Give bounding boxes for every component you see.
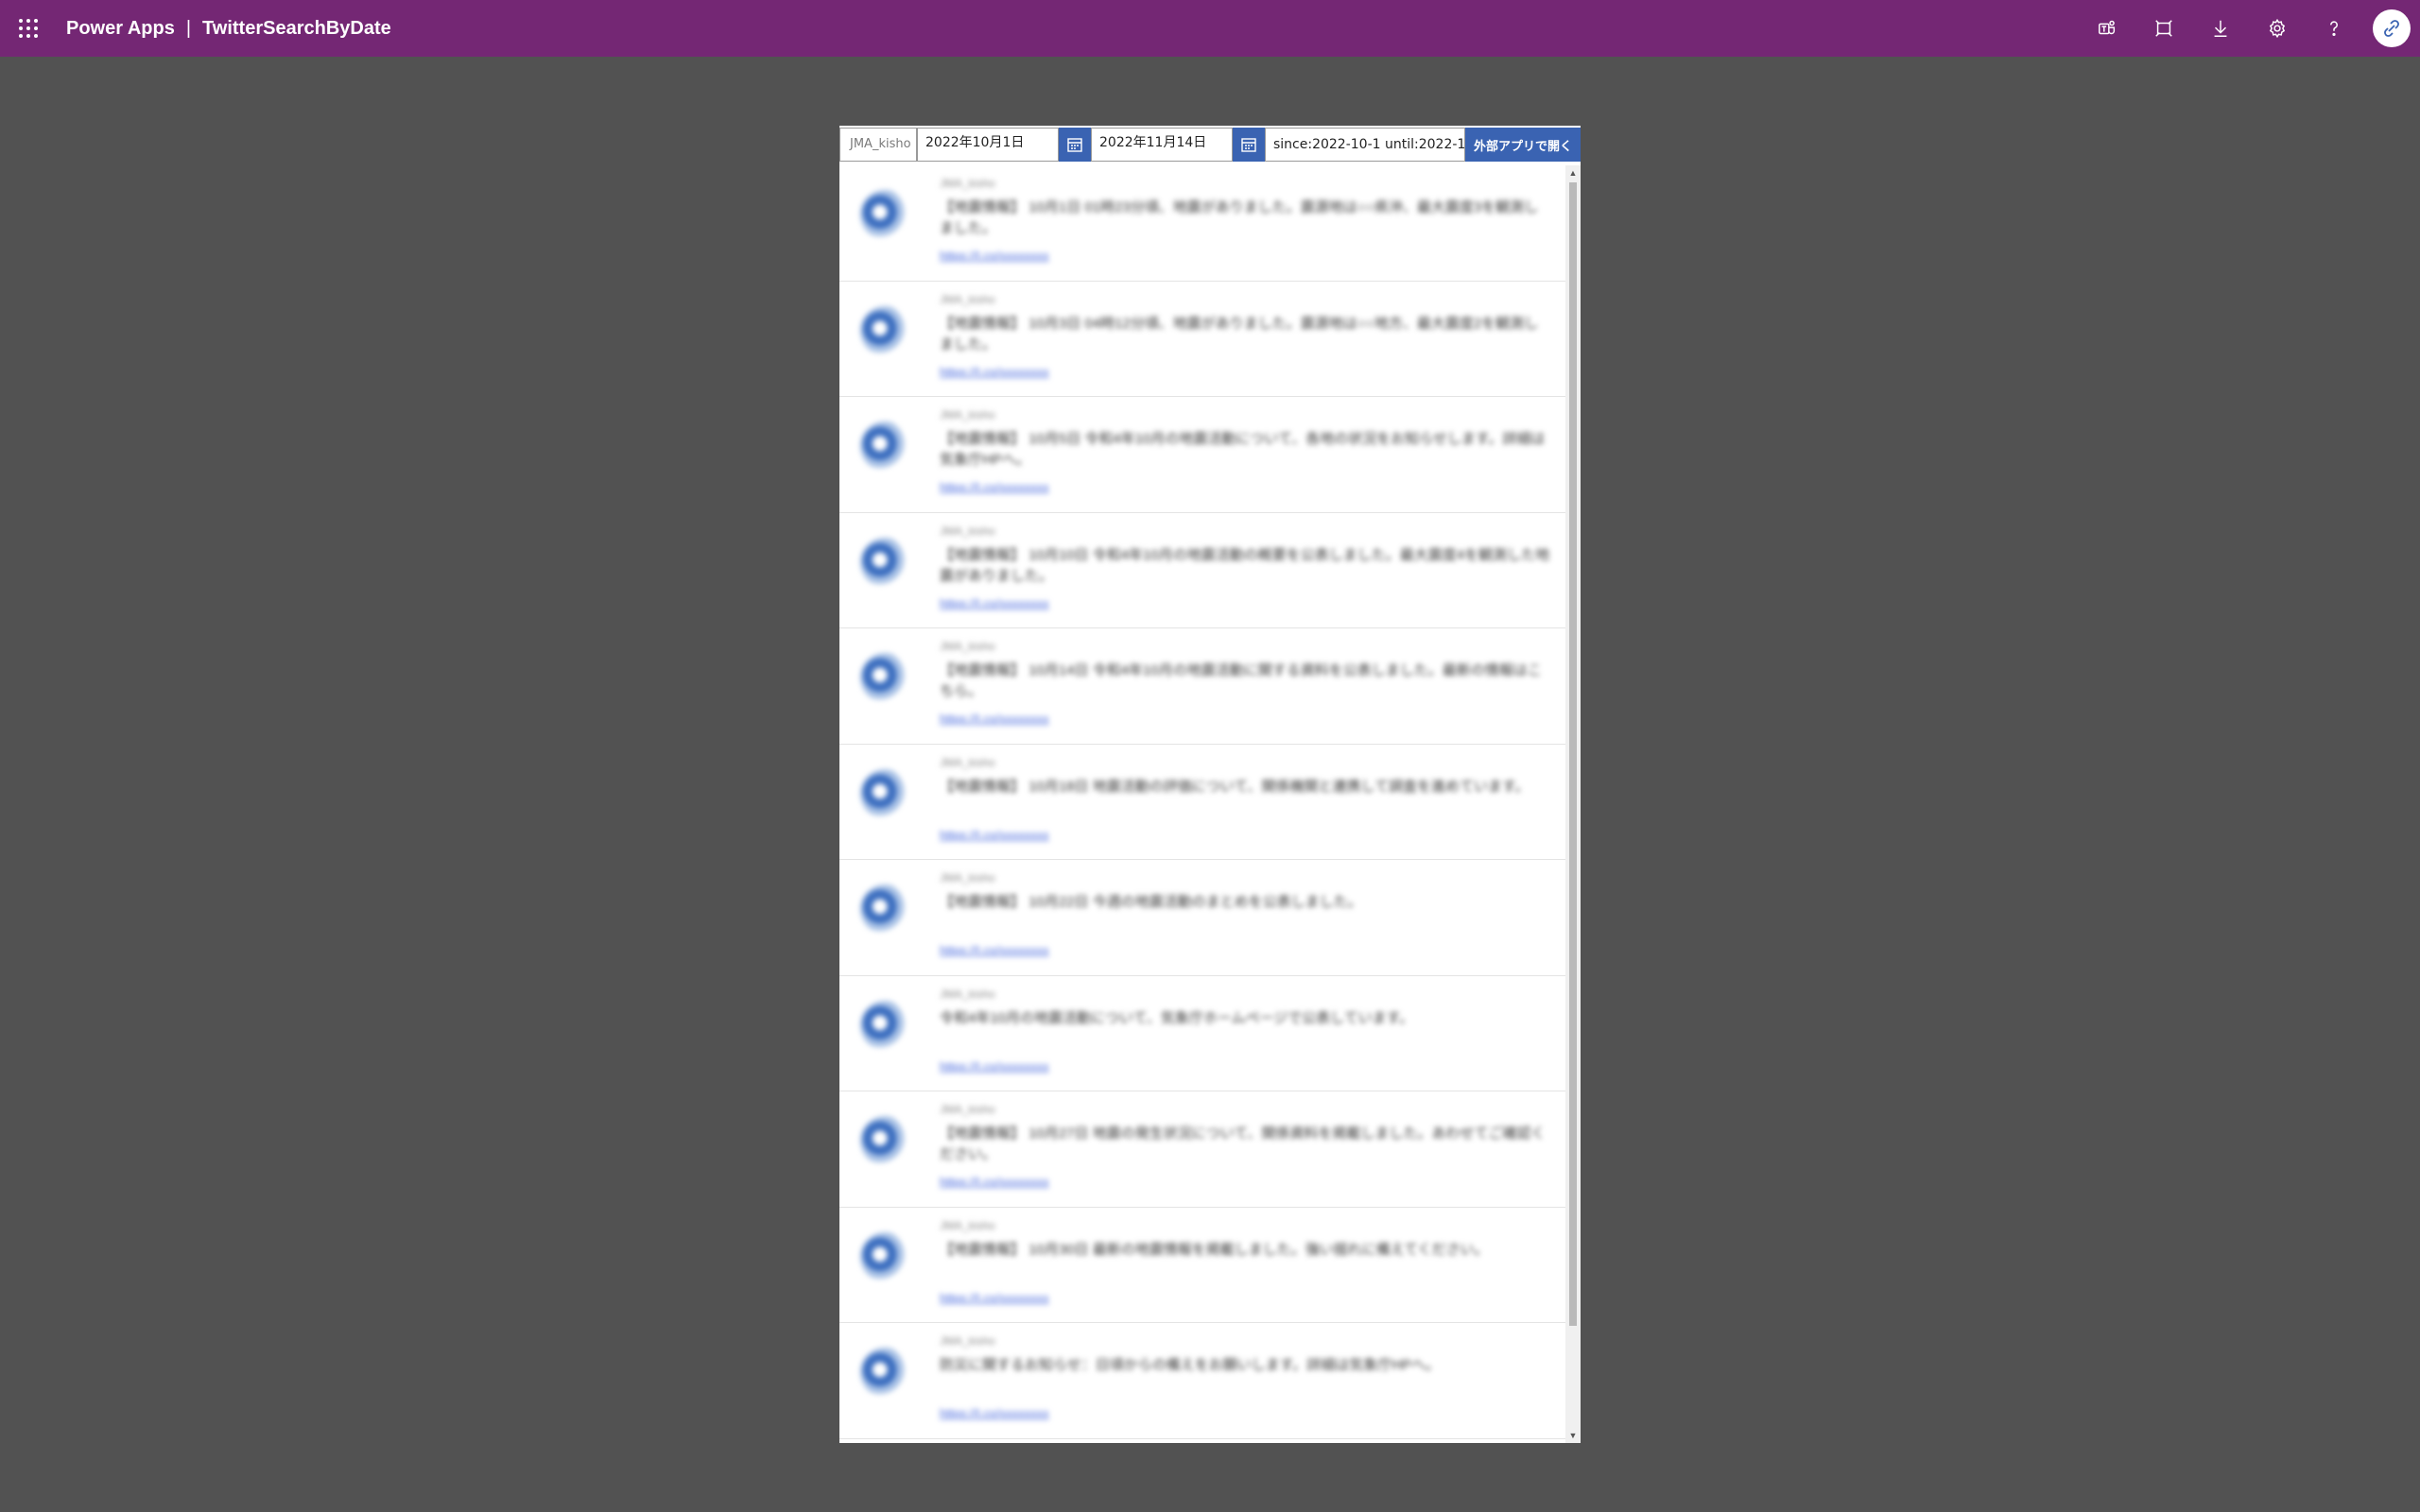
tweet-content: JMA_kisho 【地震情報】 10月18日 地震活動の評価について、関係機関と…: [839, 745, 1565, 860]
tweet-text: 【地震情報】 10月30日 最新の地震情報を掲載しました。強い揺れに備えてくださ…: [940, 1241, 1489, 1258]
tweet-link[interactable]: https://t.co/xxxxxxxx: [940, 480, 1049, 494]
tweet-user-name: JMA_kisho: [940, 1218, 995, 1232]
tweet-user-name: JMA_kisho: [940, 987, 995, 1001]
tweet-text: 令和4年10月の地震活動について、気象庁ホームページで公表しています。: [940, 1009, 1414, 1026]
download-icon[interactable]: [2204, 11, 2238, 45]
tweet-avatar: [860, 421, 909, 471]
tweet-link[interactable]: https://t.co/xxxxxxxx: [940, 596, 1049, 610]
tweet-avatar: [860, 1231, 909, 1281]
avatar-icon[interactable]: [2373, 9, 2411, 47]
app-name[interactable]: Power Apps: [66, 18, 175, 39]
tweet-avatar: [860, 305, 909, 355]
tweet-content: JMA_kisho 【地震情報】 10月22日 今週の地震活動のまとめを公表しまし…: [839, 860, 1565, 975]
user-input[interactable]: JMA_kisho: [839, 128, 917, 162]
tweet-avatar: [860, 1000, 909, 1050]
tweet-link[interactable]: https://t.co/xxxxxxxx: [940, 943, 1049, 957]
app-launcher-icon[interactable]: [17, 17, 40, 40]
tweet-link[interactable]: https://t.co/xxxxxxxx: [940, 712, 1049, 726]
tweet-text: 【地震情報】 10月14日 令和4年10月の地震活動に関する資料を公表しました。…: [940, 662, 1542, 699]
tweet-avatar: [860, 885, 909, 934]
tweet-gallery[interactable]: JMA_kisho 【地震情報】 10月1日 01時23分頃、地震がありました。震…: [839, 165, 1565, 1443]
tweet-user-name: JMA_kisho: [940, 177, 995, 190]
tweet-avatar: [860, 1348, 909, 1397]
tweet-text: 【地震情報】 10月5日 令和4年10月の地震活動について、各地の状況をお知らせ…: [940, 431, 1546, 468]
tweet-link[interactable]: https://t.co/xxxxxxxx: [940, 249, 1049, 263]
tweet-user-name: JMA_kisho: [940, 871, 995, 885]
tweet-avatar: [860, 537, 909, 587]
tweet-text: 【地震情報】 10月27日 地震の発生状況について、関係資料を掲載しました。あわ…: [940, 1125, 1546, 1162]
tweet-content: JMA_kisho 防災に関するお知らせ：日頃からの備えをお願いします。詳細は気象…: [839, 1323, 1565, 1438]
tweet-item[interactable]: JMA_kisho 防災に関するお知らせ：日頃からの備えをお願いします。詳細は気象…: [839, 1323, 1565, 1439]
scrollbar-thumb[interactable]: [1569, 182, 1577, 1326]
tweet-content: JMA_kisho 【地震情報】 10月27日 地震の発生状況について、関係資料を…: [839, 1091, 1565, 1207]
scroll-up-arrow-icon[interactable]: ▲: [1565, 165, 1581, 180]
tweet-link[interactable]: https://t.co/xxxxxxxx: [940, 1406, 1049, 1420]
top-bar: Power Apps | TwitterSearchByDate: [0, 0, 2420, 57]
tweet-avatar: [860, 653, 909, 702]
settings-icon[interactable]: [2260, 11, 2294, 45]
tweet-item[interactable]: JMA_kisho 【地震情報】 10月18日 地震活動の評価について、関係機関と…: [839, 745, 1565, 860]
tweet-item[interactable]: JMA_kisho 【地震情報】 10月14日 令和4年10月の地震活動に関する資…: [839, 628, 1565, 745]
tweet-avatar: [860, 768, 909, 818]
title-separator: |: [185, 18, 192, 39]
tweet-user-name: JMA_kisho: [940, 1103, 995, 1116]
tweet-content: JMA_kisho 【地震情報】 10月5日 令和4年10月の地震活動について、各…: [839, 397, 1565, 512]
tweet-content: JMA_kisho 【地震情報】 10月1日 01時23分頃、地震がありました。震…: [839, 165, 1565, 281]
from-calendar-icon[interactable]: [1059, 128, 1091, 162]
from-date-picker[interactable]: 2022年10月1日: [917, 128, 1059, 162]
tweet-user-name: JMA_kisho: [940, 1334, 995, 1348]
tweet-user-name: JMA_kisho: [940, 755, 995, 769]
tweet-item[interactable]: JMA_kisho 【地震情報】 10月30日 最新の地震情報を掲載しました。強い…: [839, 1208, 1565, 1323]
tweet-text: 防災に関するお知らせ：日頃からの備えをお願いします。詳細は気象庁HPへ。: [940, 1357, 1441, 1373]
tweet-text: 【地震情報】 10月18日 地震活動の評価について、関係機関と連携して調査を進め…: [940, 778, 1530, 795]
tweet-text: 【地震情報】 10月3日 04時12分頃、地震がありました。震源地は○○地方、最…: [940, 315, 1539, 352]
tweet-content: JMA_kisho 【地震情報】 10月30日 最新の地震情報を掲載しました。強い…: [839, 1208, 1565, 1323]
tweet-link[interactable]: https://t.co/xxxxxxxx: [940, 365, 1049, 379]
tweet-item[interactable]: JMA_kisho 【地震情報】 10月10日 令和4年10月の地震活動の概要を公…: [839, 513, 1565, 628]
to-calendar-icon[interactable]: [1233, 128, 1265, 162]
tweet-item[interactable]: JMA_kisho 【地震情報】 10月3日 04時12分頃、地震がありました。震…: [839, 282, 1565, 397]
app-canvas: JMA_kisho 2022年10月1日 2022年11月14日 since:2…: [839, 126, 1581, 1443]
query-input[interactable]: since:2022-10-1 until:2022-11-1: [1265, 128, 1465, 162]
tweet-text: 【地震情報】 10月22日 今週の地震活動のまとめを公表しました。: [940, 894, 1362, 910]
tweet-user-name: JMA_kisho: [940, 524, 995, 538]
gallery-scrollbar[interactable]: ▲ ▼: [1565, 165, 1581, 1443]
tweet-item[interactable]: JMA_kisho 令和4年10月の地震活動について、気象庁ホームページで公表して…: [839, 976, 1565, 1091]
tweet-link[interactable]: https://t.co/xxxxxxxx: [940, 1175, 1049, 1189]
tweet-link[interactable]: https://t.co/xxxxxxxx: [940, 1291, 1049, 1305]
tweet-item[interactable]: JMA_kisho 【地震情報】 10月1日 01時23分頃、地震がありました。震…: [839, 165, 1565, 282]
search-toolbar: JMA_kisho 2022年10月1日 2022年11月14日 since:2…: [839, 126, 1581, 165]
tweet-avatar: [860, 190, 909, 239]
tweet-user-name: JMA_kisho: [940, 640, 995, 653]
open-external-button[interactable]: 外部アプリで開く: [1465, 128, 1581, 162]
tweet-item[interactable]: JMA_kisho 【地震情報】 10月27日 地震の発生状況について、関係資料を…: [839, 1091, 1565, 1208]
tweet-text: 【地震情報】 10月1日 01時23分頃、地震がありました。震源地は○○県沖、最…: [940, 199, 1539, 236]
teams-icon[interactable]: [2090, 11, 2124, 45]
tweet-item[interactable]: JMA_kisho 【地震情報】 10月5日 令和4年10月の地震活動について、各…: [839, 397, 1565, 513]
tweet-avatar: [860, 1116, 909, 1165]
tweet-link[interactable]: https://t.co/xxxxxxxx: [940, 1059, 1049, 1074]
brand: Power Apps | TwitterSearchByDate: [66, 0, 391, 57]
tweet-user-name: JMA_kisho: [940, 408, 995, 421]
tweet-content: JMA_kisho 【地震情報】 10月3日 04時12分頃、地震がありました。震…: [839, 282, 1565, 397]
scroll-down-arrow-icon[interactable]: ▼: [1565, 1428, 1581, 1443]
tweet-text: 【地震情報】 10月10日 令和4年10月の地震活動の概要を公表しました。最大震…: [940, 546, 1550, 584]
fullscreen-icon[interactable]: [2147, 11, 2181, 45]
tweet-content: JMA_kisho 令和4年10月の地震活動について、気象庁ホームページで公表して…: [839, 976, 1565, 1091]
tweet-item[interactable]: JMA_kisho 【地震情報】 10月22日 今週の地震活動のまとめを公表しまし…: [839, 860, 1565, 976]
app-title: TwitterSearchByDate: [202, 18, 391, 39]
tweet-link[interactable]: https://t.co/xxxxxxxx: [940, 828, 1049, 842]
to-date-picker[interactable]: 2022年11月14日: [1091, 128, 1233, 162]
tweet-content: JMA_kisho 【地震情報】 10月14日 令和4年10月の地震活動に関する資…: [839, 628, 1565, 744]
tweet-content: JMA_kisho 【地震情報】 10月10日 令和4年10月の地震活動の概要を公…: [839, 513, 1565, 628]
tweet-user-name: JMA_kisho: [940, 292, 995, 306]
help-icon[interactable]: [2317, 11, 2351, 45]
